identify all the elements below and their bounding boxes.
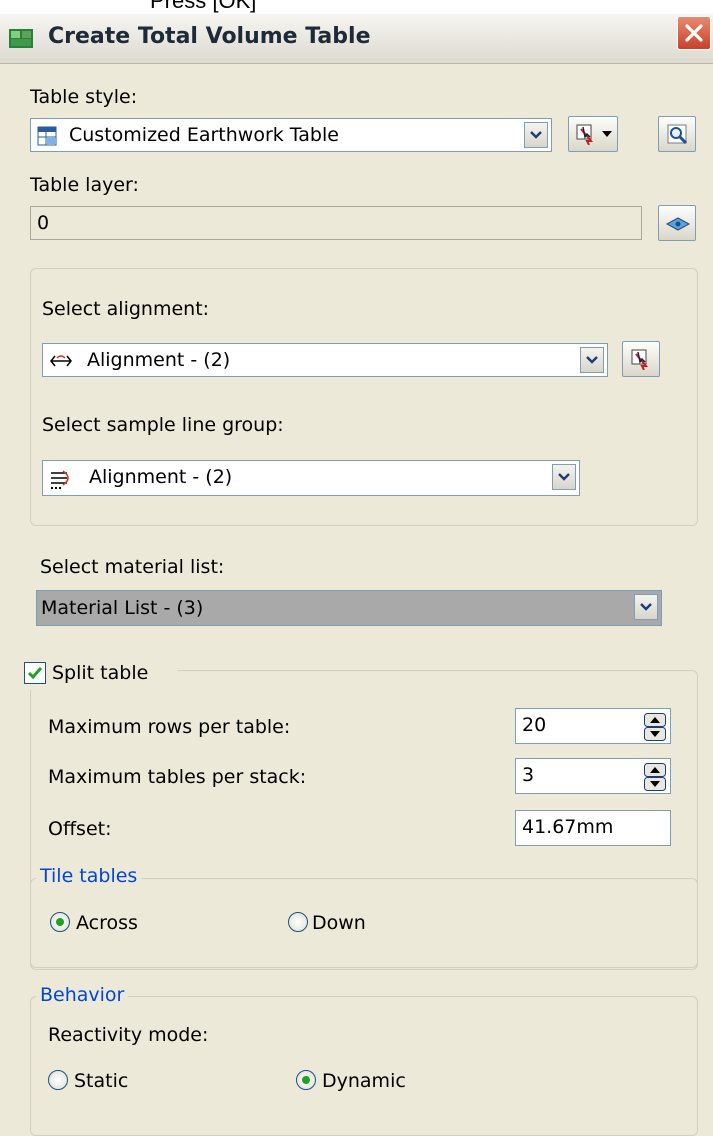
table-style-combo[interactable]: Customized Earthwork Table: [30, 118, 552, 152]
chevron-down-icon: [640, 603, 652, 611]
offset-label: Offset:: [48, 818, 112, 840]
pick-icon: [631, 349, 649, 370]
partial-caption: Press [OK]: [0, 0, 713, 14]
material-list-value: Material List - (3): [41, 597, 204, 619]
alignment-pick-button[interactable]: [622, 341, 660, 377]
max-rows-value: 20: [522, 714, 547, 736]
table-layer-label: Table layer:: [30, 174, 139, 196]
table-style-preview-button[interactable]: [658, 116, 696, 152]
chevron-down-icon: [530, 131, 542, 139]
alignment-dropdown[interactable]: [580, 347, 604, 373]
max-tables-stepper[interactable]: 3: [515, 758, 671, 794]
behavior-legend: Behavior: [36, 984, 129, 1006]
spinner-icon[interactable]: [644, 763, 666, 791]
chevron-down-icon: [558, 473, 570, 481]
close-icon: [685, 24, 703, 42]
alignment-combo[interactable]: Alignment - (2): [42, 343, 608, 377]
table-layer-value: 0: [37, 212, 50, 234]
tile-tables-legend: Tile tables: [36, 865, 142, 887]
sample-line-group-combo[interactable]: Alignment - (2): [42, 460, 580, 496]
across-radio[interactable]: [50, 912, 70, 932]
partial-caption-text: Press [OK]: [150, 0, 257, 13]
alignment-label: Select alignment:: [42, 298, 210, 320]
dynamic-label: Dynamic: [322, 1070, 406, 1092]
table-style-edit-button[interactable]: [568, 116, 618, 152]
max-tables-value: 3: [522, 764, 535, 786]
table-layer-button[interactable]: [658, 205, 696, 241]
pick-edit-icon: [576, 124, 594, 145]
layer-icon: [665, 217, 691, 231]
offset-field[interactable]: 41.67mm: [515, 810, 671, 846]
alignment-icon: [50, 355, 72, 367]
sample-line-icon: [51, 470, 69, 489]
static-radio[interactable]: [48, 1070, 68, 1090]
table-style-icon: [37, 126, 57, 146]
table-layer-field: 0: [30, 206, 642, 240]
behavior-group: [30, 996, 698, 1136]
reactivity-mode-label: Reactivity mode:: [48, 1024, 209, 1046]
window-title: Create Total Volume Table: [48, 24, 371, 49]
offset-value: 41.67mm: [522, 816, 614, 838]
title-bar: Create Total Volume Table: [0, 14, 713, 64]
table-style-value: Customized Earthwork Table: [69, 124, 339, 146]
spinner-icon[interactable]: [644, 713, 666, 741]
alignment-value: Alignment - (2): [87, 349, 231, 371]
caret-down-icon: [602, 131, 612, 137]
radio-selected-dot: [302, 1076, 310, 1084]
chevron-down-icon: [586, 356, 598, 364]
sample-line-group-value: Alignment - (2): [89, 466, 233, 488]
material-list-dropdown[interactable]: [634, 594, 658, 620]
magnifier-icon: [667, 124, 688, 145]
down-radio[interactable]: [288, 912, 308, 932]
close-button[interactable]: [677, 16, 711, 50]
material-list-label: Select material list:: [40, 556, 225, 578]
split-table-checkbox[interactable]: [24, 662, 46, 684]
down-label: Down: [312, 912, 366, 934]
sample-line-group-dropdown[interactable]: [552, 464, 576, 490]
dynamic-radio[interactable]: [296, 1070, 316, 1090]
radio-selected-dot: [56, 918, 64, 926]
material-list-combo[interactable]: Material List - (3): [36, 590, 662, 626]
sample-line-group-label: Select sample line group:: [42, 414, 284, 436]
split-table-label: Split table: [52, 662, 149, 684]
max-rows-stepper[interactable]: 20: [515, 708, 671, 744]
static-label: Static: [74, 1070, 129, 1092]
across-label: Across: [76, 912, 138, 934]
max-tables-label: Maximum tables per stack:: [48, 766, 307, 788]
max-rows-label: Maximum rows per table:: [48, 716, 291, 738]
table-style-label: Table style:: [30, 86, 138, 108]
checkmark-icon: [27, 667, 43, 680]
table-style-dropdown[interactable]: [524, 122, 548, 148]
app-icon: [9, 29, 33, 48]
